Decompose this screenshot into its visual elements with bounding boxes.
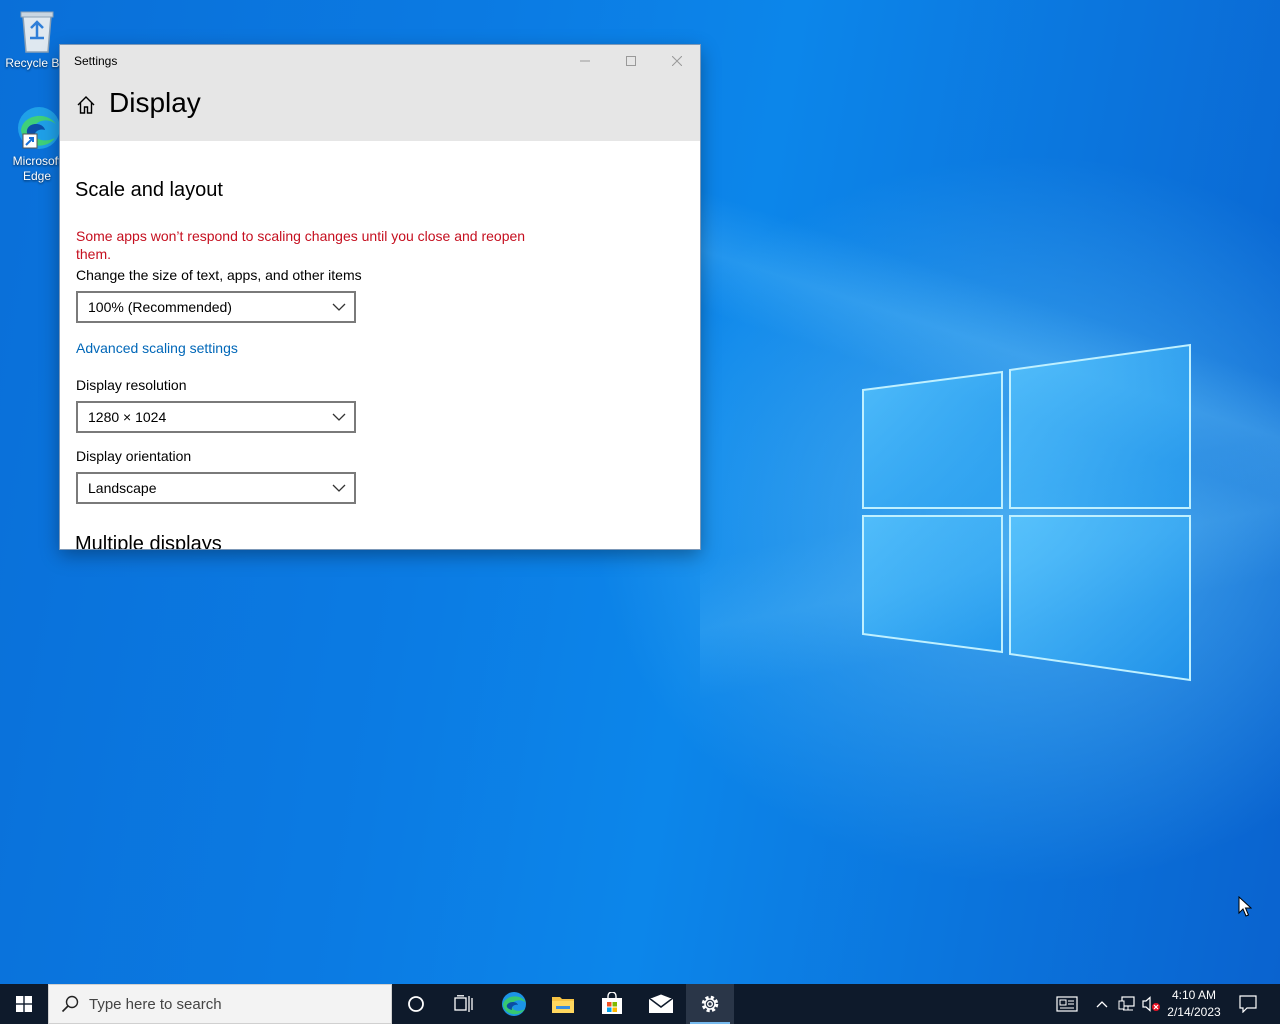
resolution-dropdown-value: 1280 × 1024: [88, 409, 167, 425]
home-button[interactable]: [76, 95, 96, 120]
taskbar-clock[interactable]: 4:10 AM 2/14/2023: [1163, 987, 1225, 1021]
action-center-button[interactable]: [1232, 984, 1264, 1024]
tray-network-button[interactable]: [1116, 984, 1138, 1024]
recycle-bin-icon: [20, 11, 54, 53]
settings-content: Scale and layout Some apps won’t respond…: [60, 141, 700, 549]
tray-show-hidden-icons[interactable]: [1092, 984, 1112, 1024]
desktop-icon-label: Microsoft Edge: [12, 154, 62, 183]
folder-icon: [552, 997, 574, 1013]
volume-muted-icon: [1142, 996, 1160, 1012]
orientation-label: Display orientation: [76, 448, 192, 464]
maximize-button[interactable]: [608, 45, 654, 77]
desktop: Recycle Bin Microsoft Edge Settings Disp…: [0, 0, 1280, 984]
task-view-icon: [454, 995, 473, 1012]
windows-start-icon: [16, 996, 32, 1012]
minimize-button[interactable]: [562, 45, 608, 77]
taskbar-task-view-button[interactable]: [440, 984, 488, 1024]
orientation-dropdown-value: Landscape: [88, 480, 157, 496]
mail-icon: [648, 994, 674, 1013]
page-header: Display: [60, 77, 700, 141]
scale-dropdown-value: 100% (Recommended): [88, 299, 232, 315]
windows-logo-wallpaper: [862, 343, 1191, 682]
edge-icon: [502, 992, 526, 1016]
search-input[interactable]: [89, 995, 369, 1013]
close-icon: [672, 56, 682, 66]
taskbar-mail-button[interactable]: [637, 984, 685, 1024]
tray-news-button[interactable]: [1050, 984, 1084, 1024]
scale-dropdown[interactable]: 100% (Recommended): [76, 291, 356, 323]
chevron-down-icon: [332, 413, 346, 421]
chevron-up-icon: [1096, 1001, 1108, 1008]
settings-window: Settings Display Scale and layout Some a…: [60, 45, 700, 549]
minimize-icon: [580, 60, 590, 62]
scale-label: Change the size of text, apps, and other…: [76, 267, 362, 283]
close-button[interactable]: [654, 45, 700, 77]
taskbar: 4:10 AM 2/14/2023: [0, 984, 1280, 1024]
clock-time: 4:10 AM: [1171, 988, 1217, 1002]
cortana-icon: [408, 996, 424, 1012]
tray-volume-button[interactable]: [1140, 984, 1162, 1024]
window-title: Settings: [74, 54, 118, 68]
title-bar[interactable]: Settings: [60, 45, 700, 77]
resolution-dropdown[interactable]: 1280 × 1024: [76, 401, 356, 433]
start-button[interactable]: [0, 984, 48, 1024]
multiple-displays-heading: Multiple displays: [75, 533, 222, 549]
taskbar-search-box[interactable]: [48, 984, 392, 1024]
resolution-label: Display resolution: [76, 377, 187, 393]
edge-icon: [18, 107, 60, 149]
store-icon: [602, 992, 622, 1014]
clock-date: 2/14/2023: [1167, 1005, 1221, 1019]
notification-icon: [1239, 995, 1257, 1013]
news-icon: [1056, 996, 1078, 1012]
section-title: Scale and layout: [75, 179, 223, 201]
maximize-icon: [626, 56, 636, 66]
search-icon: [61, 995, 79, 1013]
network-icon: [1118, 996, 1135, 1011]
scaling-warning-text: Some apps won’t respond to scaling chang…: [76, 228, 526, 262]
taskbar-settings-button[interactable]: [686, 984, 734, 1024]
advanced-scaling-link[interactable]: Advanced scaling settings: [76, 340, 238, 356]
page-title: Display: [109, 87, 201, 118]
taskbar-edge-button[interactable]: [490, 984, 538, 1024]
taskbar-store-button[interactable]: [588, 984, 636, 1024]
mouse-cursor-icon: [1238, 896, 1252, 917]
chevron-down-icon: [332, 484, 346, 492]
orientation-dropdown[interactable]: Landscape: [76, 472, 356, 504]
taskbar-file-explorer-button[interactable]: [539, 984, 587, 1024]
chevron-down-icon: [332, 303, 346, 311]
taskbar-cortana-button[interactable]: [392, 984, 440, 1024]
gear-icon: [701, 995, 719, 1013]
home-icon: [77, 96, 95, 114]
